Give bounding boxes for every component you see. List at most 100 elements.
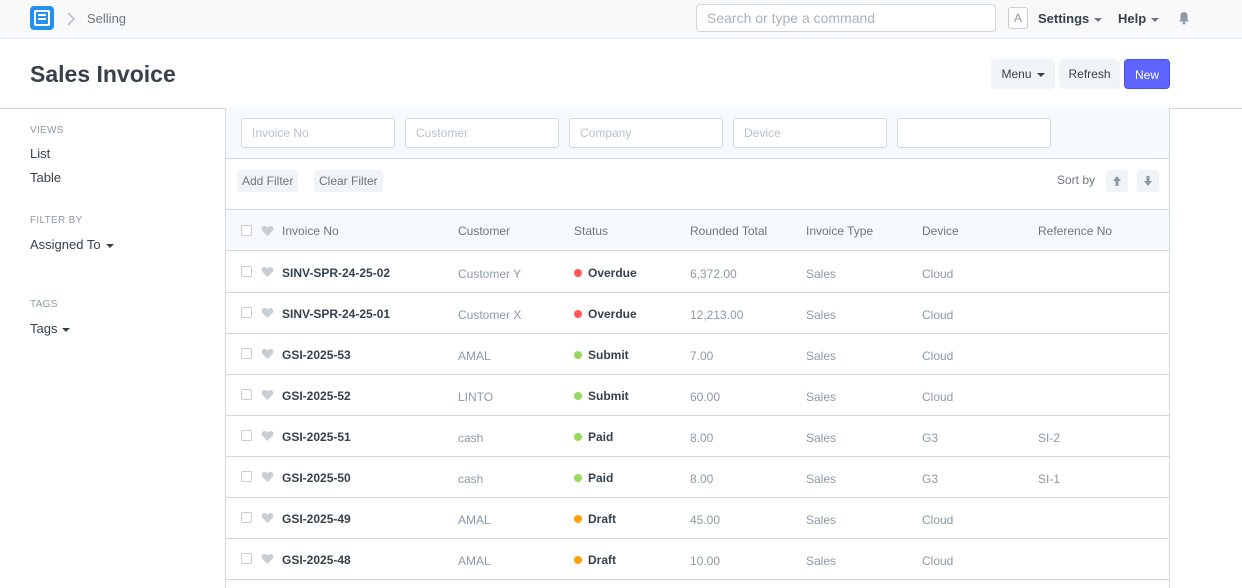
tags-label: TAGS	[30, 299, 58, 310]
status-badge[interactable]: Draft	[574, 553, 616, 567]
assigned-to-dropdown[interactable]: Assigned To	[30, 237, 114, 252]
table-row[interactable]: GSI-2025-50 cash Paid 8.00 Sales G3 SI-1	[226, 457, 1169, 498]
filter-company-input[interactable]	[569, 118, 723, 148]
table-row[interactable]: GSI-2025-53 AMAL Submit 7.00 Sales Cloud	[226, 334, 1169, 375]
sidebar-item-table[interactable]: Table	[30, 170, 61, 185]
heart-icon[interactable]	[261, 389, 274, 401]
table-row[interactable]: SINV-SPR-24-25-02 Customer Y Overdue 6,372.…	[226, 252, 1169, 293]
invoice-name-link[interactable]: SINV-SPR-24-25-01	[282, 307, 390, 321]
status-dot-icon	[574, 474, 582, 482]
sort-by-button[interactable]: Sort by	[1057, 173, 1095, 187]
rounded-total-cell: 7.00	[690, 349, 714, 363]
tags-dropdown-label: Tags	[30, 321, 58, 336]
filter-by-label: FILTER BY	[30, 215, 83, 226]
status-badge[interactable]: Paid	[574, 471, 613, 485]
invoice-type-cell: Sales	[806, 472, 837, 486]
column-header-reference-no[interactable]: Reference No	[1038, 224, 1112, 238]
table-row[interactable]: GSI-2025-48 AMAL Draft 10.00 Sales Cloud	[226, 539, 1169, 580]
refresh-button[interactable]: Refresh	[1059, 59, 1120, 89]
device-cell: G3	[922, 431, 939, 445]
row-checkbox[interactable]	[241, 512, 252, 523]
table-row[interactable]: GSI-2025-49 AMAL Draft 45.00 Sales Cloud	[226, 498, 1169, 539]
standard-filters	[226, 108, 1169, 159]
heart-icon[interactable]	[261, 348, 274, 360]
invoice-type-cell: Sales	[806, 349, 837, 363]
customer-cell: LINTO	[458, 390, 494, 404]
heart-icon[interactable]	[261, 512, 274, 524]
column-header-status[interactable]: Status	[574, 224, 608, 238]
row-checkbox[interactable]	[241, 348, 252, 359]
column-header-invoice-type[interactable]: Invoice Type	[806, 224, 873, 238]
tags-dropdown[interactable]: Tags	[30, 321, 71, 336]
device-cell: Cloud	[922, 390, 954, 404]
status-dot-icon	[574, 269, 582, 277]
heart-icon[interactable]	[261, 471, 274, 483]
heart-icon[interactable]	[261, 553, 274, 565]
table-row[interactable]: SINV-SPR-24-25-01 Customer X Overdue 12,213…	[226, 293, 1169, 334]
status-label: Submit	[588, 348, 629, 362]
filter-customer-input[interactable]	[405, 118, 559, 148]
column-header-device[interactable]: Device	[922, 224, 959, 238]
caret-down-icon	[105, 243, 114, 248]
device-cell: Cloud	[922, 513, 954, 527]
menu-button[interactable]: Menu	[991, 59, 1055, 89]
filter-invoice-no-input[interactable]	[241, 118, 395, 148]
status-label: Draft	[588, 512, 617, 526]
filter-extra-input[interactable]	[897, 118, 1051, 148]
breadcrumb-selling[interactable]: Selling	[87, 11, 126, 26]
row-checkbox[interactable]	[241, 307, 252, 318]
status-label: Overdue	[588, 266, 637, 280]
sort-descending-button[interactable]	[1137, 170, 1159, 192]
settings-dropdown[interactable]: Settings	[1038, 11, 1103, 26]
status-badge[interactable]: Draft	[574, 512, 616, 526]
heart-icon[interactable]	[261, 430, 274, 442]
row-checkbox[interactable]	[241, 266, 252, 277]
sort-ascending-button[interactable]	[1106, 170, 1128, 192]
clear-filter-button[interactable]: Clear Filter	[314, 170, 383, 192]
page-title: Sales Invoice	[30, 61, 176, 87]
status-badge[interactable]: Paid	[574, 430, 613, 444]
sidebar-item-list[interactable]: List	[30, 146, 50, 161]
invoice-name-link[interactable]: GSI-2025-52	[282, 389, 351, 403]
add-filter-button[interactable]: Add Filter	[237, 170, 299, 192]
rounded-total-cell: 60.00	[690, 390, 721, 404]
status-badge[interactable]: Submit	[574, 389, 629, 403]
heart-icon[interactable]	[261, 266, 274, 278]
bell-icon[interactable]	[1177, 11, 1191, 25]
status-dot-icon	[574, 310, 582, 318]
row-checkbox[interactable]	[241, 389, 252, 400]
caret-down-icon	[62, 327, 71, 332]
customer-cell: Customer X	[458, 308, 522, 322]
heart-icon[interactable]	[261, 225, 274, 237]
column-header-customer[interactable]: Customer	[458, 224, 510, 238]
status-badge[interactable]: Submit	[574, 348, 629, 362]
row-checkbox[interactable]	[241, 553, 252, 564]
caret-down-icon	[1094, 17, 1103, 22]
heart-icon[interactable]	[261, 307, 274, 319]
table-row[interactable]: GSI-2025-52 LINTO Submit 60.00 Sales Cloud	[226, 375, 1169, 416]
invoice-name-link[interactable]: GSI-2025-49	[282, 512, 351, 526]
search-input[interactable]	[696, 4, 996, 32]
status-dot-icon	[574, 351, 582, 359]
device-cell: Cloud	[922, 554, 954, 568]
column-header-rounded-total[interactable]: Rounded Total	[690, 224, 767, 238]
invoice-name-link[interactable]: GSI-2025-51	[282, 430, 351, 444]
avatar[interactable]: A	[1008, 7, 1028, 29]
filter-device-input[interactable]	[733, 118, 887, 148]
new-button[interactable]: New	[1124, 59, 1170, 89]
status-label: Overdue	[588, 307, 637, 321]
status-badge[interactable]: Overdue	[574, 307, 637, 321]
select-all-checkbox[interactable]	[241, 225, 252, 236]
invoice-name-link[interactable]: SINV-SPR-24-25-02	[282, 266, 390, 280]
invoice-name-link[interactable]: GSI-2025-50	[282, 471, 351, 485]
invoice-name-link[interactable]: GSI-2025-53	[282, 348, 351, 362]
row-checkbox[interactable]	[241, 471, 252, 482]
device-cell: Cloud	[922, 349, 954, 363]
table-row[interactable]: GSI-2025-51 cash Paid 8.00 Sales G3 SI-2	[226, 416, 1169, 457]
status-badge[interactable]: Overdue	[574, 266, 637, 280]
column-header-invoice-no[interactable]: Invoice No	[282, 224, 339, 238]
app-logo-icon[interactable]	[30, 6, 54, 30]
invoice-name-link[interactable]: GSI-2025-48	[282, 553, 351, 567]
row-checkbox[interactable]	[241, 430, 252, 441]
help-dropdown[interactable]: Help	[1118, 11, 1160, 26]
